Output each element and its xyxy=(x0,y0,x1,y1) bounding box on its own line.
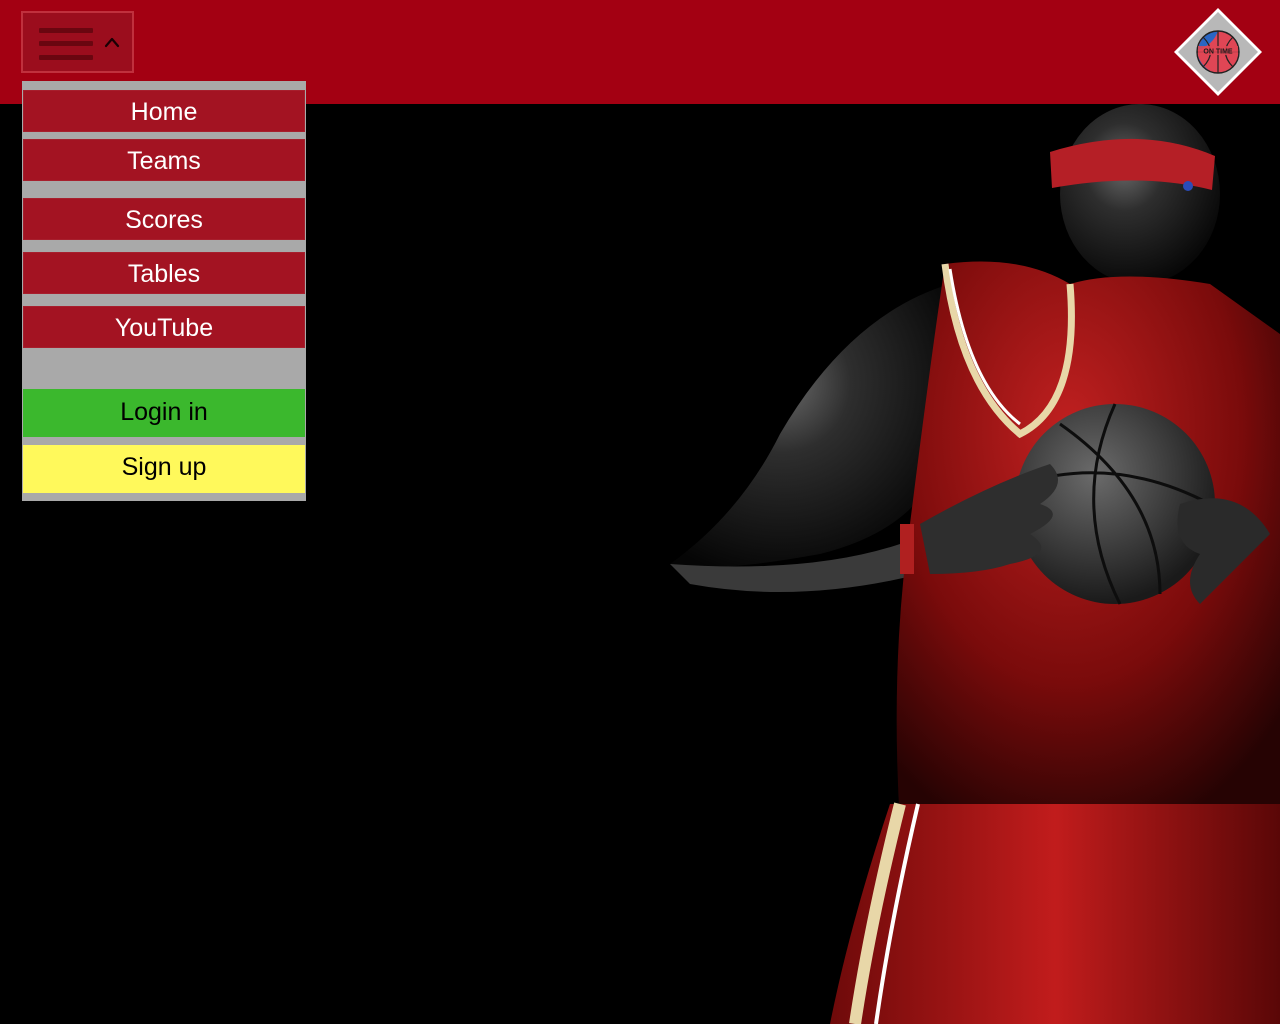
basketball-player-image xyxy=(600,104,1280,1024)
caret-up-icon xyxy=(104,37,120,48)
menu-item-tables[interactable]: Tables xyxy=(23,252,305,294)
menu-toggle-button[interactable] xyxy=(21,11,134,73)
menu-item-youtube[interactable]: YouTube xyxy=(23,306,305,348)
signup-button[interactable]: Sign up xyxy=(23,445,305,493)
hamburger-icon xyxy=(39,26,93,62)
menu-item-scores[interactable]: Scores xyxy=(23,198,305,240)
page: ON TIME Home Teams Scores Tables YouTube… xyxy=(0,0,1280,1024)
login-button[interactable]: Login in xyxy=(23,389,305,437)
menu-item-teams[interactable]: Teams xyxy=(23,139,305,181)
menu-item-home[interactable]: Home xyxy=(23,90,305,132)
basketball-logo-icon[interactable]: ON TIME xyxy=(1172,6,1264,98)
logo-text: ON TIME xyxy=(1203,49,1232,56)
nav-dropdown-menu: Home Teams Scores Tables YouTube Login i… xyxy=(22,81,306,501)
